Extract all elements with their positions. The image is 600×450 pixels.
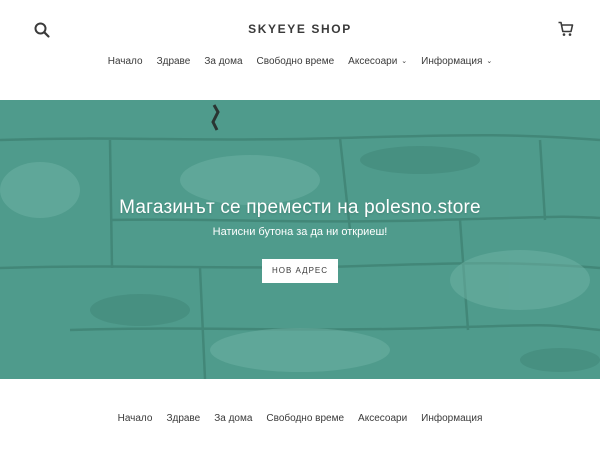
- nav-item-home-goods[interactable]: За дома: [197, 56, 249, 67]
- footer-item-leisure[interactable]: Свободно време: [259, 413, 351, 424]
- nav-item-accessories[interactable]: Аксесоари ⌄: [341, 56, 414, 67]
- nav-item-information[interactable]: Информация ⌄: [414, 56, 499, 67]
- chevron-down-icon: ⌄: [401, 58, 408, 65]
- cart-icon[interactable]: [557, 20, 575, 38]
- new-address-button[interactable]: НОВ АДРЕС: [262, 259, 338, 283]
- hero-subtitle: Натисни бутона за да ни откриеш!: [212, 226, 388, 238]
- site-logo[interactable]: SKYEYE SHOP: [0, 22, 600, 36]
- main-nav: Начало Здраве За дома Свободно време Акс…: [0, 56, 600, 67]
- nav-item-label: Аксесоари: [348, 56, 398, 67]
- footer-nav: Начало Здраве За дома Свободно време Акс…: [0, 413, 600, 424]
- footer-item-home[interactable]: Начало: [111, 413, 160, 424]
- nav-item-label: За дома: [204, 56, 243, 67]
- chevron-down-icon: ⌄: [486, 58, 493, 65]
- nav-item-label: Начало: [107, 56, 143, 67]
- hero-title: Магазинът се премести на polesno.store: [119, 197, 481, 218]
- nav-item-label: Информация: [421, 56, 483, 67]
- nav-item-home[interactable]: Начало: [101, 56, 150, 67]
- nav-item-label: Свободно време: [256, 56, 335, 67]
- nav-item-leisure[interactable]: Свободно време: [250, 56, 342, 67]
- footer-item-home-goods[interactable]: За дома: [207, 413, 259, 424]
- footer-item-health[interactable]: Здраве: [159, 413, 207, 424]
- site-header: SKYEYE SHOP Начало Здраве За дома Свобод…: [0, 0, 600, 100]
- footer-item-accessories[interactable]: Аксесоари: [351, 413, 414, 424]
- nav-item-health[interactable]: Здраве: [150, 56, 198, 67]
- footer-item-information[interactable]: Информация: [414, 413, 489, 424]
- nav-item-label: Здраве: [156, 56, 191, 67]
- hero-banner: [0, 100, 600, 379]
- brick-wall-background: [0, 100, 600, 379]
